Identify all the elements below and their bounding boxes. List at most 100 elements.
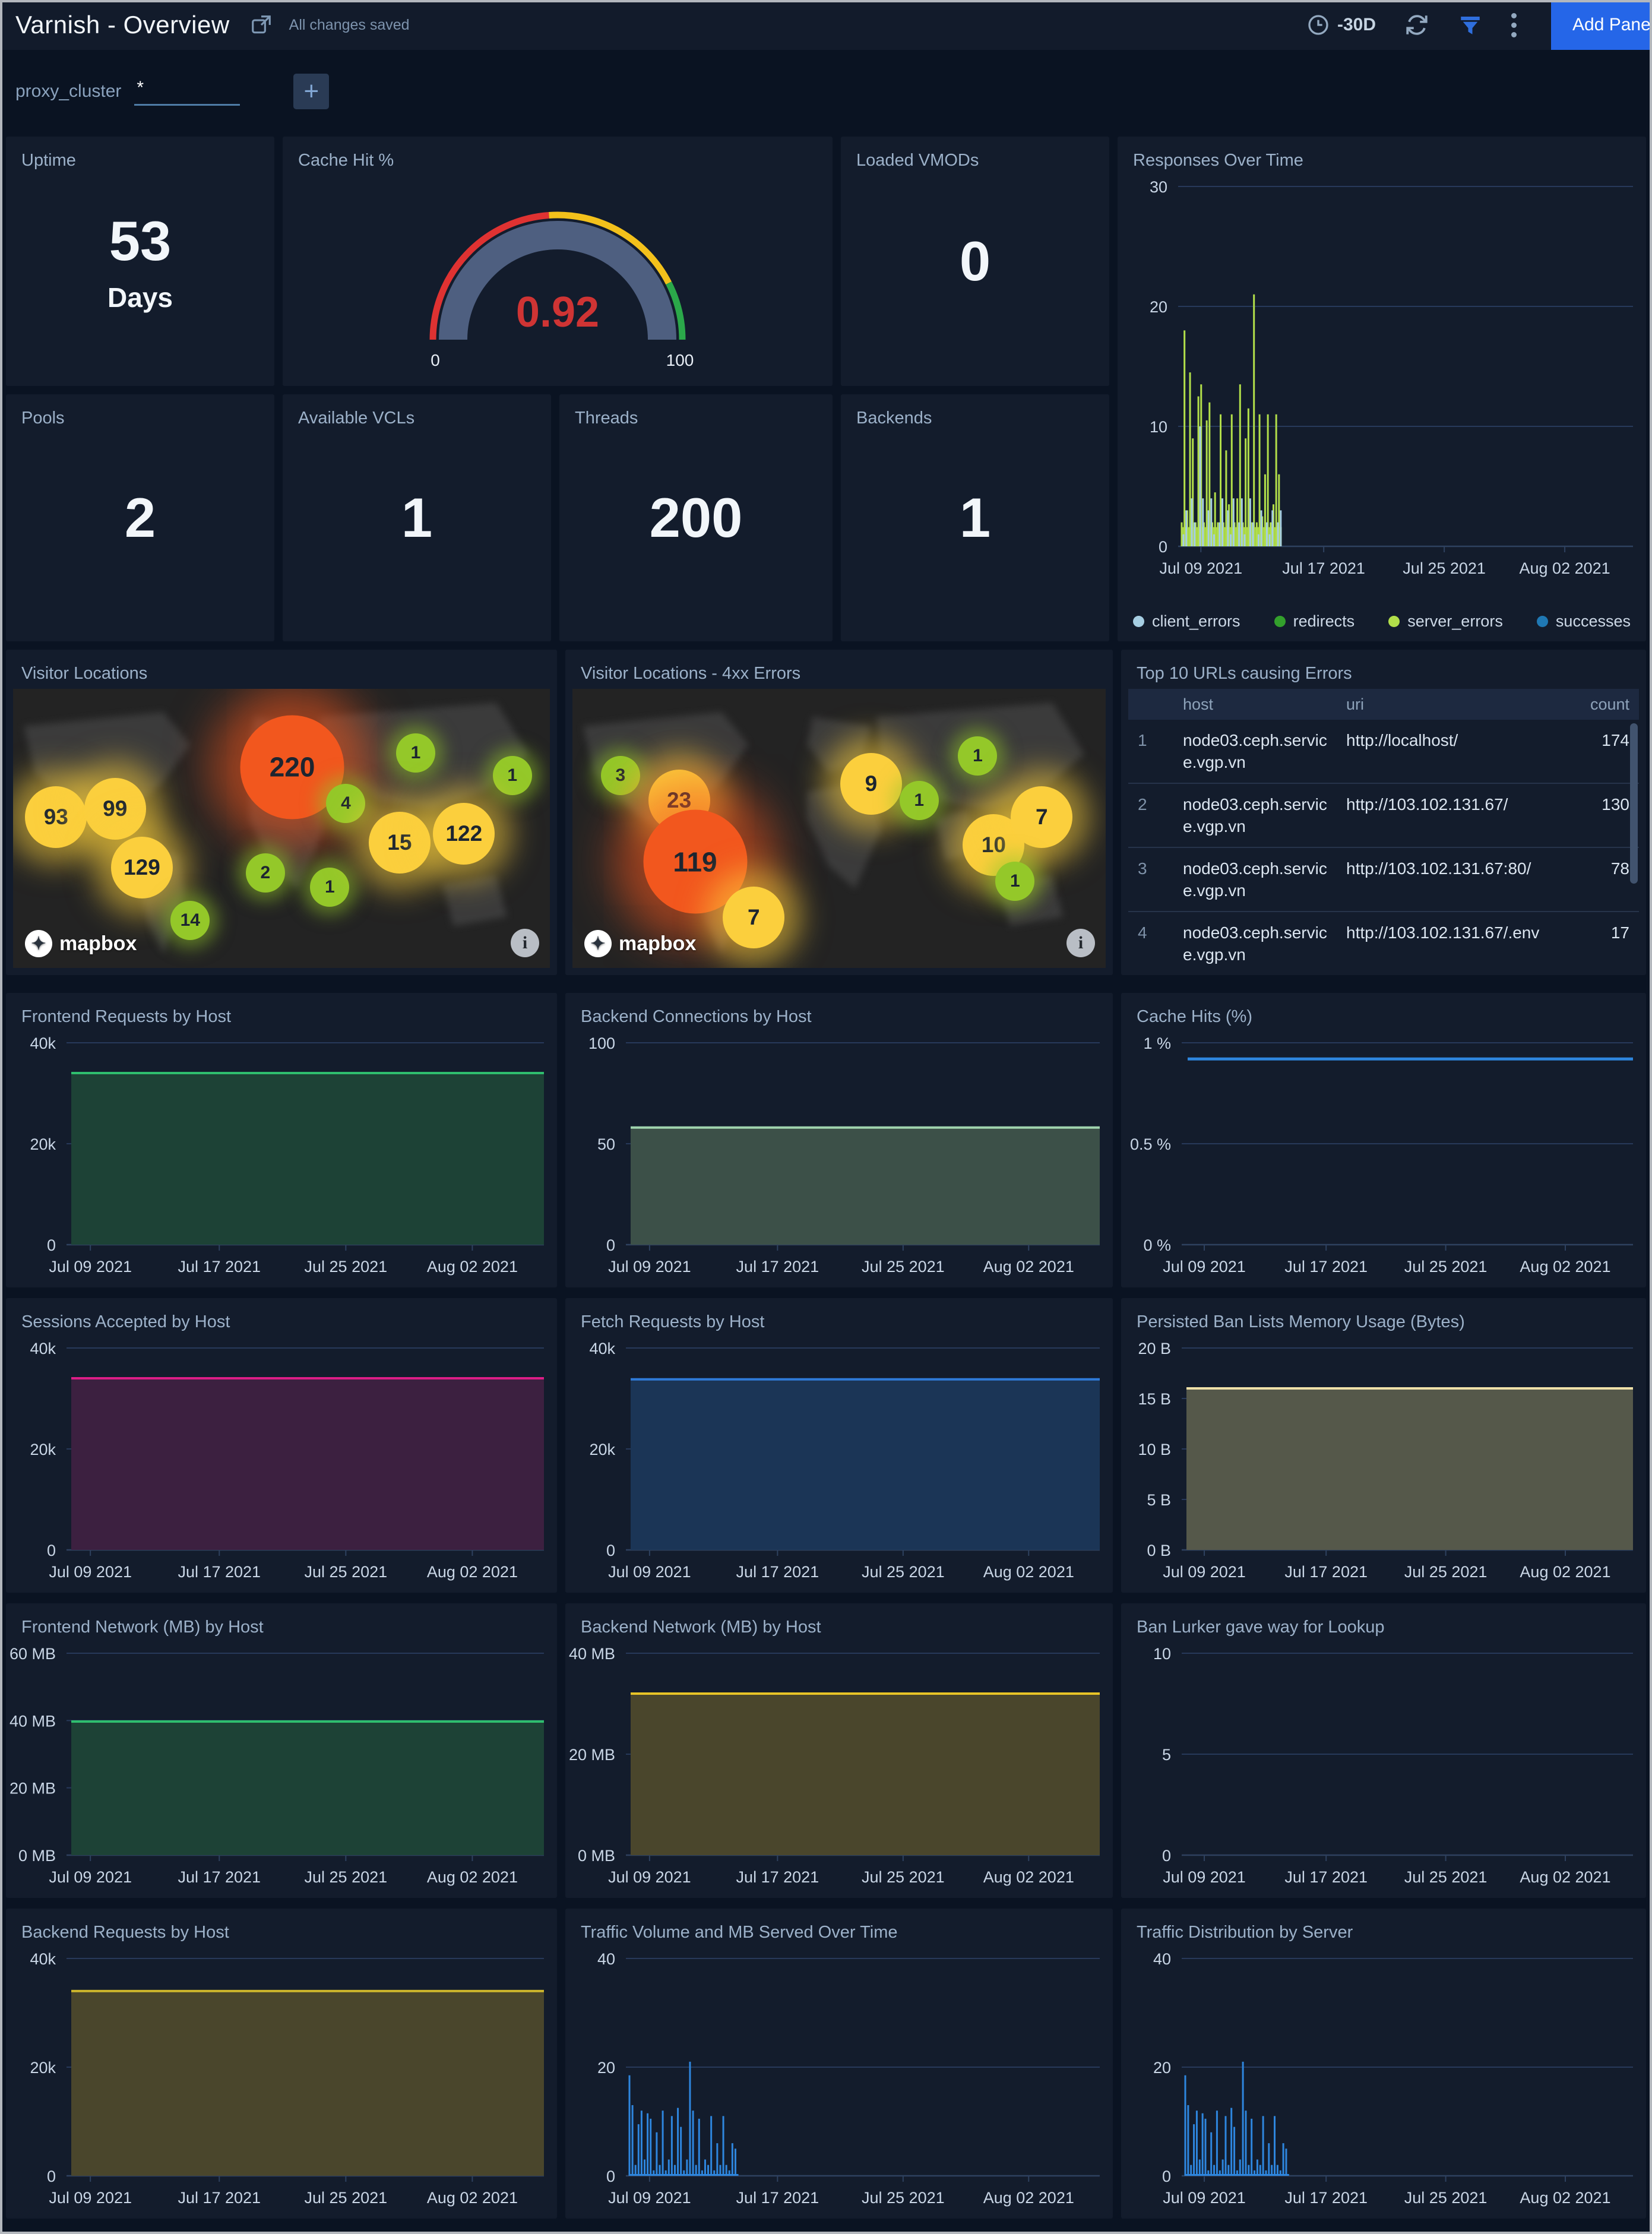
legend-item[interactable]: client_errors: [1133, 612, 1240, 631]
ban-lurker-chart[interactable]: 0510Jul 09 2021Jul 17 2021Jul 25 2021Aug…: [1125, 1641, 1642, 1891]
column-header-count[interactable]: count: [1558, 695, 1629, 714]
persisted-ban-lists-chart[interactable]: 0 B5 B10 B15 B20 BJul 09 2021Jul 17 2021…: [1125, 1336, 1642, 1586]
map-bubble[interactable]: 1: [900, 781, 939, 820]
mapbox-logo[interactable]: ✦mapbox: [25, 930, 137, 957]
backend-connections-chart[interactable]: 050100Jul 09 2021Jul 17 2021Jul 25 2021A…: [569, 1031, 1109, 1280]
cache-hits-chart[interactable]: 0 %0.5 %1 %Jul 09 2021Jul 17 2021Jul 25 …: [1125, 1031, 1642, 1280]
sessions-accepted-chart[interactable]: 020k40kJul 09 2021Jul 17 2021Jul 25 2021…: [10, 1336, 553, 1586]
svg-text:Aug 02 2021: Aug 02 2021: [427, 1258, 518, 1276]
table-row[interactable]: 3node03.ceph.service.vgp.vnhttp://103.10…: [1128, 848, 1639, 912]
map-bubble[interactable]: 93: [25, 786, 87, 848]
svg-text:Jul 09 2021: Jul 09 2021: [49, 1868, 132, 1886]
map-bubble[interactable]: 1: [493, 756, 532, 795]
panel-title: Sessions Accepted by Host: [6, 1298, 557, 1332]
panel-title: Persisted Ban Lists Memory Usage (Bytes): [1121, 1298, 1646, 1332]
mapbox-logo[interactable]: ✦mapbox: [584, 930, 696, 957]
svg-text:Jul 25 2021: Jul 25 2021: [862, 2189, 945, 2207]
svg-text:20: 20: [1150, 298, 1167, 316]
svg-text:100: 100: [666, 351, 694, 369]
table-scrollbar[interactable]: [1630, 723, 1638, 884]
persisted-ban-lists-panel: Persisted Ban Lists Memory Usage (Bytes)…: [1121, 1298, 1646, 1593]
table-row[interactable]: 4node03.ceph.service.vgp.vnhttp://103.10…: [1128, 912, 1639, 970]
svg-text:Jul 25 2021: Jul 25 2021: [1404, 1258, 1488, 1276]
row-host: node03.ceph.service.vgp.vn: [1183, 793, 1334, 837]
svg-text:20k: 20k: [30, 2059, 56, 2077]
map-bubble[interactable]: 1: [958, 736, 997, 776]
map-info-button[interactable]: i: [511, 929, 539, 957]
responses-over-time-chart[interactable]: 0102030Jul 09 2021Jul 17 2021Jul 25 2021…: [1121, 175, 1642, 582]
row-uri: http://103.102.131.67:80/: [1346, 857, 1546, 901]
traffic-distribution-chart[interactable]: 02040Jul 09 2021Jul 17 2021Jul 25 2021Au…: [1125, 1947, 1642, 2211]
svg-text:5: 5: [1162, 1746, 1171, 1764]
svg-text:Aug 02 2021: Aug 02 2021: [427, 1868, 518, 1886]
add-variable-button[interactable]: +: [293, 74, 329, 109]
legend-item[interactable]: redirects: [1274, 612, 1355, 631]
add-panel-button[interactable]: Add Panel: [1551, 0, 1652, 50]
time-range-control[interactable]: -30D: [1306, 13, 1376, 37]
map-bubble[interactable]: 9: [840, 753, 902, 815]
map-bubble[interactable]: 1: [310, 868, 349, 907]
backend-requests-chart[interactable]: 020k40kJul 09 2021Jul 17 2021Jul 25 2021…: [10, 1947, 553, 2211]
frontend-network-chart[interactable]: 0 MB20 MB40 MB60 MBJul 09 2021Jul 17 202…: [10, 1641, 553, 1891]
svg-text:Aug 02 2021: Aug 02 2021: [427, 1563, 518, 1581]
svg-text:10: 10: [1150, 418, 1167, 436]
svg-text:40: 40: [597, 1950, 615, 1968]
column-header-uri[interactable]: uri: [1346, 695, 1546, 714]
legend-item[interactable]: successes: [1537, 612, 1631, 631]
traffic-volume-chart[interactable]: 02040Jul 09 2021Jul 17 2021Jul 25 2021Au…: [569, 1947, 1109, 2211]
panel-title: Uptime: [6, 137, 274, 170]
svg-text:20 MB: 20 MB: [10, 1780, 56, 1798]
map-bubble[interactable]: 7: [723, 887, 784, 948]
mapbox-icon: ✦: [25, 930, 52, 957]
dashboard-header: Varnish - Overview All changes saved -30…: [0, 0, 1652, 50]
fetch-requests-chart[interactable]: 020k40kJul 09 2021Jul 17 2021Jul 25 2021…: [569, 1336, 1109, 1586]
map-bubble[interactable]: 122: [433, 803, 495, 865]
legend-item[interactable]: server_errors: [1388, 612, 1503, 631]
svg-text:Jul 09 2021: Jul 09 2021: [49, 1258, 132, 1276]
visitor-locations-4xx-map[interactable]: ✦mapbox i 32311979111071: [572, 689, 1106, 968]
svg-text:Jul 09 2021: Jul 09 2021: [1163, 2189, 1246, 2207]
map-bubble[interactable]: 129: [111, 837, 173, 898]
chart-legend: client_errors redirects server_errors succe…: [1133, 612, 1631, 631]
share-icon[interactable]: [250, 14, 273, 36]
table-row[interactable]: 2node03.ceph.service.vgp.vnhttp://103.10…: [1128, 784, 1639, 848]
panel-title: Backend Requests by Host: [6, 1909, 557, 1942]
svg-text:Jul 17 2021: Jul 17 2021: [178, 2189, 261, 2207]
table-row[interactable]: 1node03.ceph.service.vgp.vnhttp://localh…: [1128, 720, 1639, 784]
panel-title: Ban Lurker gave way for Lookup: [1121, 1603, 1646, 1637]
svg-text:60 MB: 60 MB: [10, 1645, 56, 1663]
column-header-host[interactable]: host: [1183, 695, 1334, 714]
map-bubble[interactable]: 3: [601, 756, 640, 795]
svg-text:40 MB: 40 MB: [10, 1712, 56, 1730]
svg-text:40: 40: [1153, 1950, 1171, 1968]
map-bubble[interactable]: 1: [396, 733, 435, 773]
filter-icon[interactable]: [1458, 12, 1483, 37]
frontend-requests-chart[interactable]: 020k40kJul 09 2021Jul 17 2021Jul 25 2021…: [10, 1031, 553, 1280]
cache-hit-panel: Cache Hit % 01000.92: [283, 137, 833, 386]
variable-bar: proxy_cluster +: [0, 50, 1652, 133]
row-uri: http://103.102.131.67/.env: [1346, 922, 1546, 966]
map-bubble[interactable]: 15: [369, 812, 431, 874]
cache-hit-gauge[interactable]: 01000.92: [287, 175, 828, 381]
svg-text:Aug 02 2021: Aug 02 2021: [983, 1868, 1074, 1886]
svg-text:Jul 25 2021: Jul 25 2021: [305, 1258, 388, 1276]
map-bubble[interactable]: 7: [1011, 786, 1072, 848]
map-bubble[interactable]: 14: [170, 901, 210, 940]
map-bubble[interactable]: 1: [995, 862, 1034, 901]
svg-text:20k: 20k: [30, 1441, 56, 1458]
map-bubble[interactable]: 4: [326, 784, 365, 823]
kebab-menu-icon[interactable]: [1511, 13, 1517, 37]
map-info-button[interactable]: i: [1066, 929, 1095, 957]
map-bubble[interactable]: 99: [84, 778, 146, 840]
visitor-locations-map[interactable]: ✦mapbox i 9399129142204211115122: [13, 689, 550, 968]
row-host: node03.ceph.service.vgp.vn: [1183, 729, 1334, 773]
map-bubble[interactable]: 2: [246, 853, 285, 893]
panel-title: Cache Hit %: [283, 137, 833, 170]
proxy-cluster-input[interactable]: [134, 78, 240, 104]
backend-network-chart[interactable]: 0 MB20 MB40 MBJul 09 2021Jul 17 2021Jul …: [569, 1641, 1109, 1891]
refresh-icon[interactable]: [1404, 12, 1429, 37]
panel-title: Cache Hits (%): [1121, 993, 1646, 1027]
legend-dot: [1274, 616, 1286, 627]
svg-text:20k: 20k: [30, 1135, 56, 1153]
backend-requests-panel: Backend Requests by Host 020k40kJul 09 2…: [6, 1909, 557, 2219]
